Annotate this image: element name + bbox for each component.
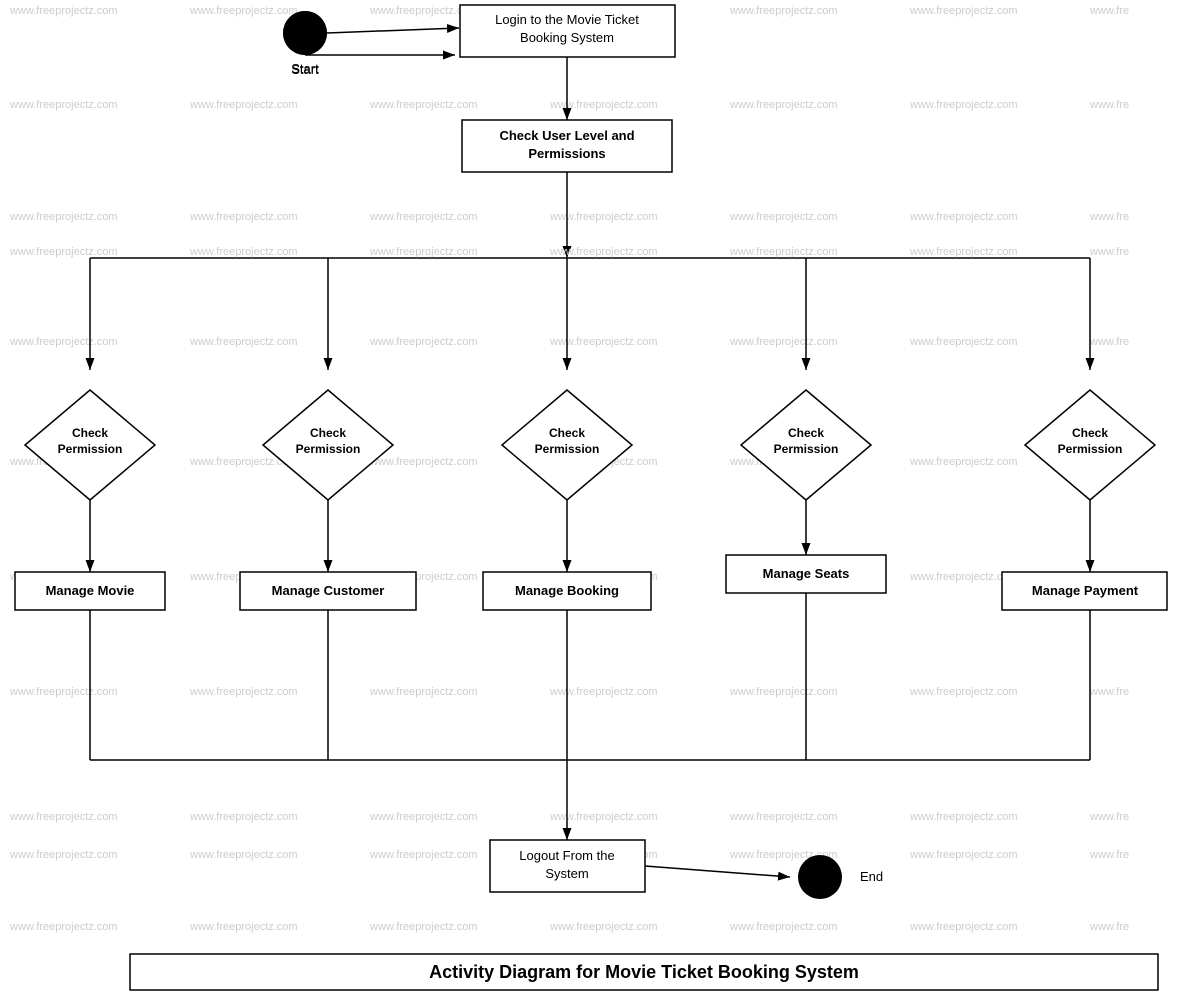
svg-text:Manage Movie: Manage Movie [46,583,135,598]
svg-text:www.freeprojectz.com: www.freeprojectz.com [369,686,478,698]
svg-text:www.freeprojectz.com: www.freeprojectz.com [729,5,838,17]
svg-text:Check: Check [310,426,346,440]
svg-text:www.freeprojectz.com: www.freeprojectz.com [909,211,1018,223]
svg-text:Start: Start [291,62,319,77]
svg-text:www.fre: www.fre [1089,849,1129,861]
svg-text:Permissions: Permissions [528,146,605,161]
svg-text:www.freeprojectz.com: www.freeprojectz.com [369,99,478,111]
svg-text:www.freeprojectz.com: www.freeprojectz.com [9,336,118,348]
svg-text:www.freeprojectz.com: www.freeprojectz.com [189,336,298,348]
svg-text:Permission: Permission [58,442,123,456]
svg-text:www.freeprojectz.com: www.freeprojectz.com [549,686,658,698]
svg-text:www.freeprojectz.com: www.freeprojectz.com [189,5,298,17]
svg-text:Manage Customer: Manage Customer [272,583,385,598]
svg-text:www.freeprojectz.com: www.freeprojectz.com [909,811,1018,823]
svg-text:www.freeprojectz.com: www.freeprojectz.com [729,811,838,823]
svg-text:www.freeprojectz.com: www.freeprojectz.com [189,811,298,823]
svg-text:www.freeprojectz.com: www.freeprojectz.com [9,849,118,861]
svg-text:Permission: Permission [774,442,839,456]
svg-text:End: End [860,869,883,884]
svg-text:Permission: Permission [296,442,361,456]
svg-text:www.freeprojectz.com: www.freeprojectz.com [909,849,1018,861]
svg-text:www.freeprojectz.com: www.freeprojectz.com [549,246,658,258]
svg-text:www.freeprojectz.com: www.freeprojectz.com [369,921,478,933]
svg-text:www.freeprojectz.com: www.freeprojectz.com [9,686,118,698]
svg-text:www.freeprojectz.com: www.freeprojectz.com [189,246,298,258]
svg-text:www.freeprojectz.com: www.freeprojectz.com [909,246,1018,258]
svg-text:Login to the Movie Ticket: Login to the Movie Ticket [495,12,639,27]
svg-text:www.freeprojectz.com: www.freeprojectz.com [909,686,1018,698]
svg-text:www.freeprojectz.com: www.freeprojectz.com [549,211,658,223]
svg-text:Manage Payment: Manage Payment [1032,583,1139,598]
svg-text:www.fre: www.fre [1089,811,1129,823]
svg-text:www.freeprojectz.com: www.freeprojectz.com [549,811,658,823]
svg-text:www.freeprojectz.com: www.freeprojectz.com [729,211,838,223]
svg-text:www.freeprojectz.com: www.freeprojectz.com [369,246,478,258]
svg-text:Manage Booking: Manage Booking [515,583,619,598]
svg-text:www.freeprojectz.com: www.freeprojectz.com [909,336,1018,348]
svg-text:Manage Seats: Manage Seats [763,566,850,581]
svg-text:Logout From the: Logout From the [519,848,614,863]
svg-text:Check User Level and: Check User Level and [499,128,634,143]
svg-text:www.freeprojectz.com: www.freeprojectz.com [369,811,478,823]
diagram-area: www.freeprojectz.com www.freeprojectz.co… [0,0,1178,994]
svg-text:www.freeprojectz.com: www.freeprojectz.com [189,686,298,698]
svg-text:Check: Check [549,426,585,440]
svg-text:www.freeprojectz.com: www.freeprojectz.com [909,5,1018,17]
svg-text:www.freeprojectz.com: www.freeprojectz.com [909,921,1018,933]
svg-text:System: System [545,866,588,881]
svg-text:www.freeprojectz.com: www.freeprojectz.com [189,849,298,861]
svg-text:Check: Check [1072,426,1108,440]
svg-text:www.freeprojectz.com: www.freeprojectz.com [189,99,298,111]
svg-text:www.fre: www.fre [1089,211,1129,223]
svg-text:www.fre: www.fre [1089,921,1129,933]
svg-text:www.freeprojectz.com: www.freeprojectz.com [369,456,478,468]
svg-text:www.freeprojectz.com: www.freeprojectz.com [369,211,478,223]
svg-text:www.freeprojectz.com: www.freeprojectz.com [9,811,118,823]
svg-text:www.freeprojectz.com: www.freeprojectz.com [549,336,658,348]
svg-text:www.freeprojectz.com: www.freeprojectz.com [729,686,838,698]
svg-text:www.freeprojectz.com: www.freeprojectz.com [729,246,838,258]
svg-text:www.freeprojectz.com: www.freeprojectz.com [189,211,298,223]
svg-text:www.freeprojectz.com: www.freeprojectz.com [9,921,118,933]
svg-text:www.freeprojectz.com: www.freeprojectz.com [549,921,658,933]
svg-text:www.fre: www.fre [1089,336,1129,348]
svg-text:Permission: Permission [1058,442,1123,456]
svg-text:www.freeprojectz.com: www.freeprojectz.com [189,921,298,933]
svg-text:www.freeprojectz.com: www.freeprojectz.com [549,99,658,111]
svg-text:www.freeprojectz.com: www.freeprojectz.com [369,336,478,348]
svg-text:www.freeprojectz.com: www.freeprojectz.com [909,99,1018,111]
svg-text:www.freeprojectz.com: www.freeprojectz.com [9,211,118,223]
svg-text:Check: Check [72,426,108,440]
svg-text:www.fre: www.fre [1089,5,1129,17]
svg-text:www.freeprojectz.com: www.freeprojectz.com [729,99,838,111]
svg-text:Booking System: Booking System [520,30,614,45]
svg-text:www.freeprojectz.com: www.freeprojectz.com [369,849,478,861]
activity-diagram: www.freeprojectz.com www.freeprojectz.co… [0,0,1178,994]
svg-text:www.freeprojectz.com: www.freeprojectz.com [9,99,118,111]
svg-text:www.fre: www.fre [1089,246,1129,258]
svg-text:www.freeprojectz.com: www.freeprojectz.com [909,456,1018,468]
svg-text:www.freeprojectz.com: www.freeprojectz.com [729,921,838,933]
svg-text:Permission: Permission [535,442,600,456]
svg-text:Activity Diagram for Movie Tic: Activity Diagram for Movie Ticket Bookin… [429,962,859,982]
svg-text:www.freeprojectz.com: www.freeprojectz.com [9,246,118,258]
svg-text:www.freeprojectz.com: www.freeprojectz.com [9,5,118,17]
svg-text:www.fre: www.fre [1089,686,1129,698]
svg-text:Check: Check [788,426,824,440]
svg-text:www.fre: www.fre [1089,99,1129,111]
svg-text:www.freeprojectz.com: www.freeprojectz.com [729,336,838,348]
